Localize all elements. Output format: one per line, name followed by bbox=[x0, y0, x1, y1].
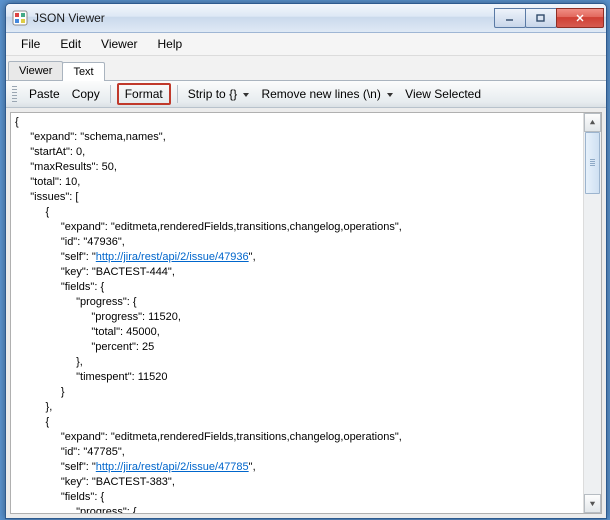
toolbar-copy[interactable]: Copy bbox=[66, 84, 106, 104]
json-line: "key": "BACTEST-383", bbox=[15, 475, 579, 490]
toolbar-paste[interactable]: Paste bbox=[23, 84, 66, 104]
maximize-button[interactable] bbox=[525, 8, 557, 28]
menu-viewer[interactable]: Viewer bbox=[92, 35, 146, 53]
app-icon bbox=[12, 10, 28, 26]
scroll-track[interactable] bbox=[584, 132, 601, 494]
toolbar-format[interactable]: Format bbox=[117, 83, 171, 105]
json-line: "maxResults": 50, bbox=[15, 160, 579, 175]
json-line: } bbox=[15, 385, 579, 400]
tab-strip: Viewer Text bbox=[6, 56, 606, 81]
toolbar-grip[interactable] bbox=[12, 86, 17, 102]
json-link[interactable]: http://jira/rest/api/2/issue/47936 bbox=[96, 251, 249, 263]
scroll-down-button[interactable] bbox=[584, 494, 601, 513]
json-line: "progress": { bbox=[15, 505, 579, 513]
json-line: "fields": { bbox=[15, 280, 579, 295]
menu-file[interactable]: File bbox=[12, 35, 49, 53]
json-line: "expand": "schema,names", bbox=[15, 130, 579, 145]
tab-viewer[interactable]: Viewer bbox=[8, 61, 63, 80]
window-title: JSON Viewer bbox=[33, 11, 495, 25]
json-line: { bbox=[15, 205, 579, 220]
menu-bar: File Edit Viewer Help bbox=[6, 33, 606, 56]
menu-help[interactable]: Help bbox=[149, 35, 192, 53]
chevron-down-icon bbox=[387, 93, 393, 97]
menu-edit[interactable]: Edit bbox=[51, 35, 90, 53]
vertical-scrollbar[interactable] bbox=[583, 113, 601, 513]
json-line: "expand": "editmeta,renderedFields,trans… bbox=[15, 430, 579, 445]
json-line: { bbox=[15, 415, 579, 430]
json-line: "total": 10, bbox=[15, 175, 579, 190]
toolbar-remove-newlines-label: Remove new lines (\n) bbox=[261, 87, 380, 101]
toolbar-strip-label: Strip to {} bbox=[188, 87, 237, 101]
json-line: "id": "47936", bbox=[15, 235, 579, 250]
toolbar: Paste Copy Format Strip to {} Remove new… bbox=[6, 81, 606, 108]
tab-text[interactable]: Text bbox=[62, 62, 104, 81]
minimize-button[interactable] bbox=[494, 8, 526, 28]
json-text-area[interactable]: { "expand": "schema,names", "startAt": 0… bbox=[11, 113, 583, 513]
window-frame: JSON Viewer File Edit Viewer Help Viewer… bbox=[5, 3, 607, 519]
title-bar[interactable]: JSON Viewer bbox=[6, 4, 606, 33]
json-line: "total": 45000, bbox=[15, 325, 579, 340]
json-line: "key": "BACTEST-444", bbox=[15, 265, 579, 280]
toolbar-strip[interactable]: Strip to {} bbox=[182, 84, 256, 104]
toolbar-view-selected[interactable]: View Selected bbox=[399, 84, 487, 104]
json-line: "expand": "editmeta,renderedFields,trans… bbox=[15, 220, 579, 235]
json-line: "progress": { bbox=[15, 295, 579, 310]
text-panel: { "expand": "schema,names", "startAt": 0… bbox=[10, 112, 602, 514]
json-line: "progress": 11520, bbox=[15, 310, 579, 325]
json-line: "id": "47785", bbox=[15, 445, 579, 460]
json-line: }, bbox=[15, 355, 579, 370]
json-line: "self": "http://jira/rest/api/2/issue/47… bbox=[15, 250, 579, 265]
close-button[interactable] bbox=[556, 8, 604, 28]
json-line: "startAt": 0, bbox=[15, 145, 579, 160]
json-line: "self": "http://jira/rest/api/2/issue/47… bbox=[15, 460, 579, 475]
toolbar-separator bbox=[110, 85, 111, 103]
json-link[interactable]: http://jira/rest/api/2/issue/47785 bbox=[96, 461, 249, 473]
scroll-thumb[interactable] bbox=[585, 132, 600, 194]
json-line: "percent": 25 bbox=[15, 340, 579, 355]
scroll-up-button[interactable] bbox=[584, 113, 601, 132]
json-line: "fields": { bbox=[15, 490, 579, 505]
chevron-down-icon bbox=[243, 93, 249, 97]
toolbar-separator bbox=[177, 85, 178, 103]
json-line: }, bbox=[15, 400, 579, 415]
json-line: { bbox=[15, 115, 579, 130]
json-line: "issues": [ bbox=[15, 190, 579, 205]
json-line: "timespent": 11520 bbox=[15, 370, 579, 385]
toolbar-remove-newlines[interactable]: Remove new lines (\n) bbox=[255, 84, 399, 104]
